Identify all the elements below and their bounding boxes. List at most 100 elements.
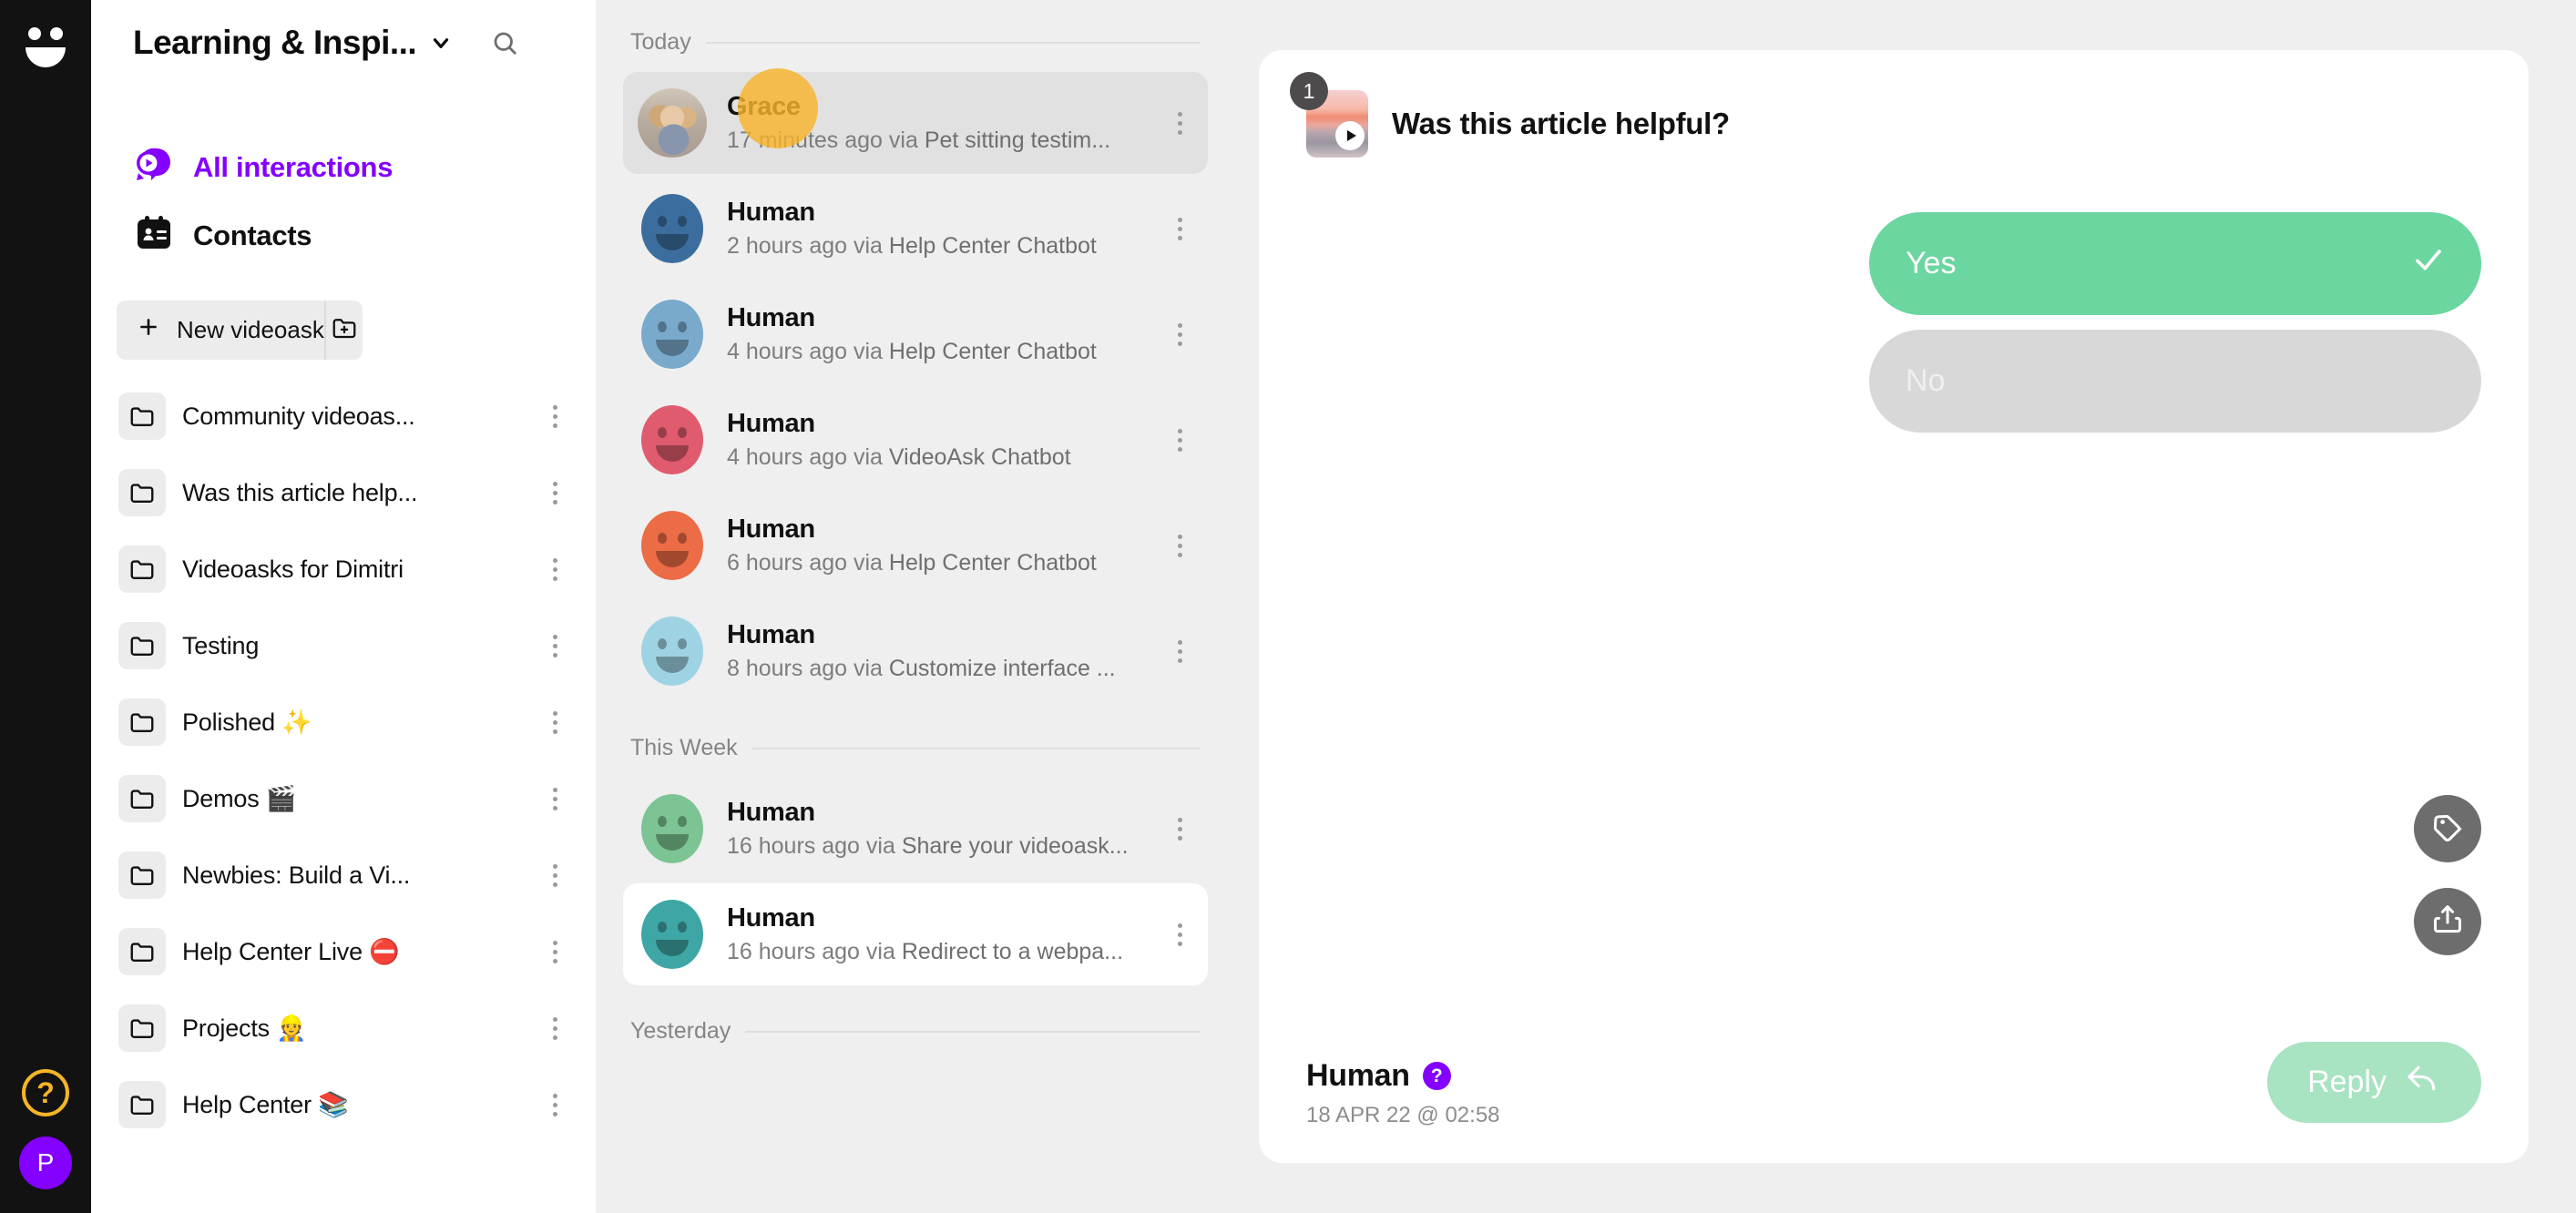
group-label: Today <box>630 29 691 55</box>
question-mark-badge[interactable]: ? <box>1422 1062 1451 1090</box>
folder-item[interactable]: Testing <box>113 607 574 684</box>
folder-menu-button[interactable] <box>541 481 568 505</box>
conversation-item[interactable]: Human 4 hours ago via VideoAsk Chatbot <box>623 389 1208 491</box>
search-icon[interactable] <box>491 29 518 56</box>
folder-item[interactable]: Newbies: Build a Vi... <box>113 837 574 913</box>
profile-avatar[interactable]: P <box>19 1137 72 1189</box>
conversation-source[interactable]: Help Center Chatbot <box>888 233 1097 260</box>
answer-options: Yes No <box>1306 212 2481 433</box>
conversation-time: 4 hours ago <box>727 444 848 470</box>
conversation-menu-button[interactable] <box>1166 322 1193 346</box>
conversation-menu-button[interactable] <box>1166 817 1193 841</box>
answer-label: Yes <box>1906 246 1957 280</box>
plus-icon <box>137 315 160 345</box>
main-panel-wrap: 1 Was this article helpful? Yes No Human… <box>1235 0 2576 1213</box>
folder-item[interactable]: Projects 👷 <box>113 990 574 1066</box>
help-button[interactable]: ? <box>22 1069 69 1116</box>
folder-menu-button[interactable] <box>541 787 568 810</box>
sidebar-item-contacts[interactable]: Contacts <box>117 201 570 270</box>
folder-label: Demos 🎬 <box>182 785 297 812</box>
folder-menu-button[interactable] <box>541 1016 568 1040</box>
folder-menu-button[interactable] <box>541 634 568 657</box>
conversation-meta: 16 hours ago via Share your videoask... <box>727 833 1146 860</box>
conversation-item[interactable]: Human 2 hours ago via Help Center Chatbot <box>623 178 1208 280</box>
answer-label: No <box>1906 363 1946 398</box>
conversation-name: Human <box>727 303 815 332</box>
folder-menu-button[interactable] <box>541 863 568 887</box>
conversation-source[interactable]: Redirect to a webpa... <box>901 939 1124 965</box>
share-button[interactable] <box>2414 888 2481 955</box>
folder-item[interactable]: Polished ✨ <box>113 684 574 760</box>
folder-item[interactable]: Help Center Live ⛔ <box>113 913 574 990</box>
conversation-body: Human 16 hours ago via Redirect to a webp… <box>727 903 1146 965</box>
conversation-body: Human 2 hours ago via Help Center Chatbot <box>727 198 1146 260</box>
conversation-menu-button[interactable] <box>1166 217 1193 240</box>
reply-button[interactable]: Reply <box>2267 1042 2481 1123</box>
conversation-name: Human <box>727 515 815 544</box>
tag-button[interactable] <box>2414 795 2481 862</box>
folder-list: Community videoas... Was this article hel… <box>91 378 596 1143</box>
conversation-item[interactable]: Human 6 hours ago via Help Center Chatbot <box>623 494 1208 596</box>
conversation-source[interactable]: VideoAsk Chatbot <box>888 444 1071 471</box>
conversation-meta: 17 minutes ago via Pet sitting testim... <box>727 127 1146 154</box>
conversation-menu-button[interactable] <box>1166 534 1193 557</box>
conversation-item[interactable]: Human 16 hours ago via Redirect to a webp… <box>623 883 1208 985</box>
conversation-meta: 16 hours ago via Redirect to a webpa... <box>727 939 1146 965</box>
folder-menu-button[interactable] <box>541 557 568 581</box>
respondent-info: Human ? 18 APR 22 @ 02:58 <box>1306 1058 1500 1128</box>
conversation-body: Human 16 hours ago via Share your videoas… <box>727 798 1146 860</box>
folder-icon <box>118 545 166 593</box>
folder-icon <box>118 775 166 822</box>
answer-option-yes[interactable]: Yes <box>1869 212 2481 315</box>
workspace-title[interactable]: Learning & Inspi... <box>133 24 417 62</box>
folder-item[interactable]: Videoasks for Dimitri <box>113 531 574 607</box>
conversation-name: Grace <box>727 92 801 121</box>
interaction-panel: 1 Was this article helpful? Yes No Human… <box>1259 50 2529 1163</box>
conversation-source[interactable]: Customize interface ... <box>888 656 1116 682</box>
respondent-name: Human <box>1306 1058 1410 1093</box>
conversation-item[interactable]: Human 4 hours ago via Help Center Chatbot <box>623 283 1208 385</box>
conversation-source[interactable]: Share your videoask... <box>901 833 1129 860</box>
conversation-time: 6 hours ago <box>727 550 848 576</box>
conversation-menu-button[interactable] <box>1166 639 1193 663</box>
folder-menu-button[interactable] <box>541 710 568 734</box>
folder-item[interactable]: Community videoas... <box>113 378 574 454</box>
conversation-menu-button[interactable] <box>1166 428 1193 452</box>
conversation-item[interactable]: Human 8 hours ago via Customize interface… <box>623 600 1208 702</box>
sidebar-item-all-interactions[interactable]: All interactions <box>117 133 570 201</box>
conversation-source[interactable]: Help Center Chatbot <box>888 550 1097 576</box>
conversation-source[interactable]: Pet sitting testim... <box>924 127 1111 154</box>
folder-item[interactable]: Help Center 📚 <box>113 1066 574 1143</box>
new-videoask-button[interactable]: New videoask <box>117 301 324 360</box>
new-folder-button[interactable] <box>323 301 363 360</box>
conversation-list[interactable]: Today Grace 17 minutes ago via Pet sitting… <box>596 0 1235 1213</box>
chevron-down-icon[interactable] <box>429 31 453 55</box>
play-icon[interactable] <box>1335 121 1365 150</box>
folder-item[interactable]: Demos 🎬 <box>113 760 574 837</box>
folder-label: Videoasks for Dimitri <box>182 555 404 583</box>
panel-actions <box>2414 795 2481 955</box>
new-videoask-group: New videoask <box>117 301 363 360</box>
conversation-time: 4 hours ago <box>727 339 848 364</box>
answer-option-no[interactable]: No <box>1869 330 2481 433</box>
conversation-item[interactable]: Grace 17 minutes ago via Pet sitting test… <box>623 72 1208 174</box>
conversation-body: Grace 17 minutes ago via Pet sitting test… <box>727 92 1146 154</box>
videoask-smiley-logo[interactable] <box>18 20 73 75</box>
conversation-menu-button[interactable] <box>1166 922 1193 946</box>
conversation-time: 16 hours ago <box>727 939 860 964</box>
sidebar-item-label: Contacts <box>193 219 312 251</box>
conversation-body: Human 4 hours ago via Help Center Chatbot <box>727 303 1146 365</box>
group-label: This Week <box>630 735 738 760</box>
sidebar-item-label: All interactions <box>193 150 394 183</box>
folder-menu-button[interactable] <box>541 940 568 963</box>
folder-item[interactable]: Was this article help... <box>113 454 574 531</box>
conversation-meta: 8 hours ago via Customize interface ... <box>727 656 1146 682</box>
question-text: Was this article helpful? <box>1392 107 1730 140</box>
conversation-source[interactable]: Help Center Chatbot <box>888 339 1097 365</box>
conversation-menu-button[interactable] <box>1166 111 1193 135</box>
conversation-group-header: Yesterday <box>623 989 1208 1061</box>
conversation-item[interactable]: Human 16 hours ago via Share your videoas… <box>623 778 1208 880</box>
folder-menu-button[interactable] <box>541 404 568 428</box>
folder-menu-button[interactable] <box>541 1093 568 1116</box>
video-chat-bubble-icon <box>135 146 173 189</box>
